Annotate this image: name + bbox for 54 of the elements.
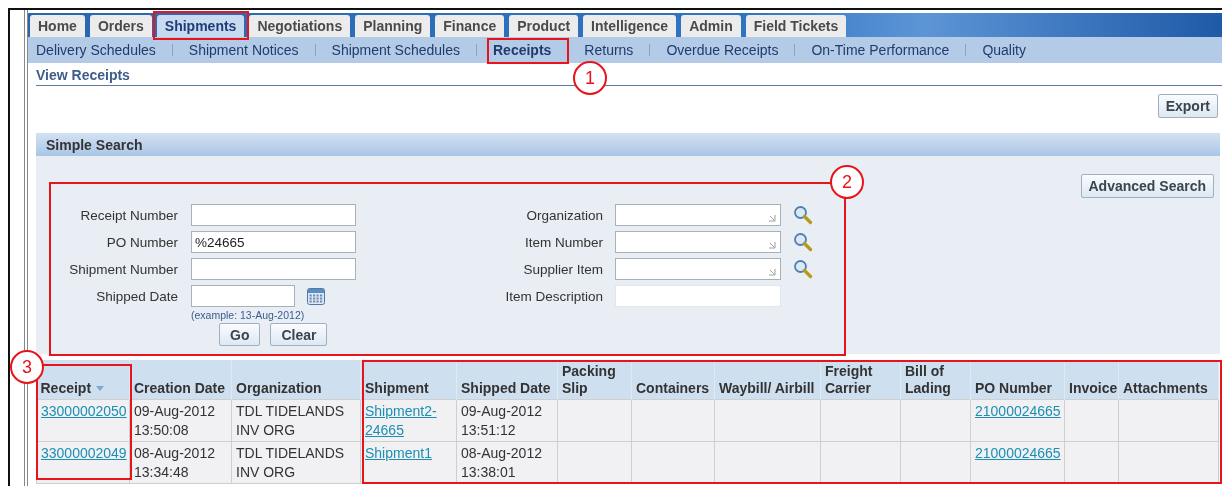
field-label: PO Number: [105, 234, 178, 250]
nav-tab[interactable]: Shipments: [156, 15, 245, 37]
table-cell: 09-Aug-2012 13:50:08: [134, 403, 215, 438]
subtab-link[interactable]: Returns: [584, 42, 644, 58]
nav-tab[interactable]: Product: [509, 15, 579, 37]
nav-tab[interactable]: Negotiations: [249, 15, 351, 37]
field-label: Receipt Number: [79, 207, 178, 223]
nav-tab[interactable]: Finance: [435, 15, 505, 37]
field-label: Supplier Item: [522, 261, 603, 277]
column-header: Packing Slip: [557, 360, 632, 400]
table-cell: 09-Aug-2012 13:51:12: [461, 403, 542, 438]
subtab-link[interactable]: Shipment Schedules: [331, 42, 470, 58]
column-header: Organization: [231, 360, 361, 400]
field-label: Shipped Date: [95, 288, 178, 304]
subtab-link[interactable]: Quality: [982, 42, 1036, 58]
input-field[interactable]: %24665: [191, 231, 356, 253]
column-header: Containers: [631, 360, 715, 400]
table-cell: TDL TIDELANDS INV ORG: [236, 445, 345, 480]
field-label: Shipment Number: [68, 261, 178, 277]
subtab-link[interactable]: Receipts: [493, 42, 562, 58]
column-header: Bill of Lading: [900, 360, 971, 400]
callout-number: 3: [10, 350, 44, 384]
table-cell: 08-Aug-2012 13:38:01: [461, 445, 542, 480]
go-button[interactable]: Go: [219, 323, 261, 346]
subtab-link[interactable]: On-Time Performance: [811, 42, 960, 58]
nav-tab[interactable]: Admin: [681, 15, 741, 37]
nav-tab[interactable]: Intelligence: [583, 15, 677, 37]
column-header[interactable]: Receipt: [36, 360, 130, 400]
nav-tab[interactable]: Field Tickets: [745, 15, 847, 37]
clear-button[interactable]: Clear: [270, 323, 328, 346]
column-header: Freight Carrier: [820, 360, 901, 400]
export-button[interactable]: Export: [1157, 94, 1218, 118]
nav-tab[interactable]: Planning: [355, 15, 431, 37]
column-header: Waybill/ Airbill: [714, 360, 821, 400]
column-header: Shipment: [360, 360, 457, 400]
field-label: Item Description: [504, 288, 603, 304]
subtab-link[interactable]: Overdue Receipts: [666, 42, 789, 58]
column-header: PO Number: [970, 360, 1065, 400]
nav-tab[interactable]: Orders: [89, 15, 152, 37]
field-hint: (example: 13-Aug-2012): [191, 309, 306, 321]
table-cell: 08-Aug-2012 13:34:48: [134, 445, 215, 480]
advanced-search-button[interactable]: Advanced Search: [1080, 174, 1214, 198]
field-label: Organization: [525, 207, 603, 223]
subtab-link[interactable]: Delivery Schedules: [36, 42, 166, 58]
column-header: Invoice: [1064, 360, 1119, 400]
column-header: Creation Date: [129, 360, 232, 400]
subtab-link[interactable]: Shipment Notices: [188, 42, 309, 58]
nav-tab[interactable]: Home: [30, 15, 85, 37]
section-header: Simple Search: [36, 133, 1220, 156]
field-label: Item Number: [523, 234, 603, 250]
callout-number: 1: [573, 61, 607, 95]
column-header: Attachments: [1118, 360, 1219, 400]
table-cell: TDL TIDELANDS INV ORG: [236, 403, 345, 438]
column-header: Shipped Date: [456, 360, 558, 400]
